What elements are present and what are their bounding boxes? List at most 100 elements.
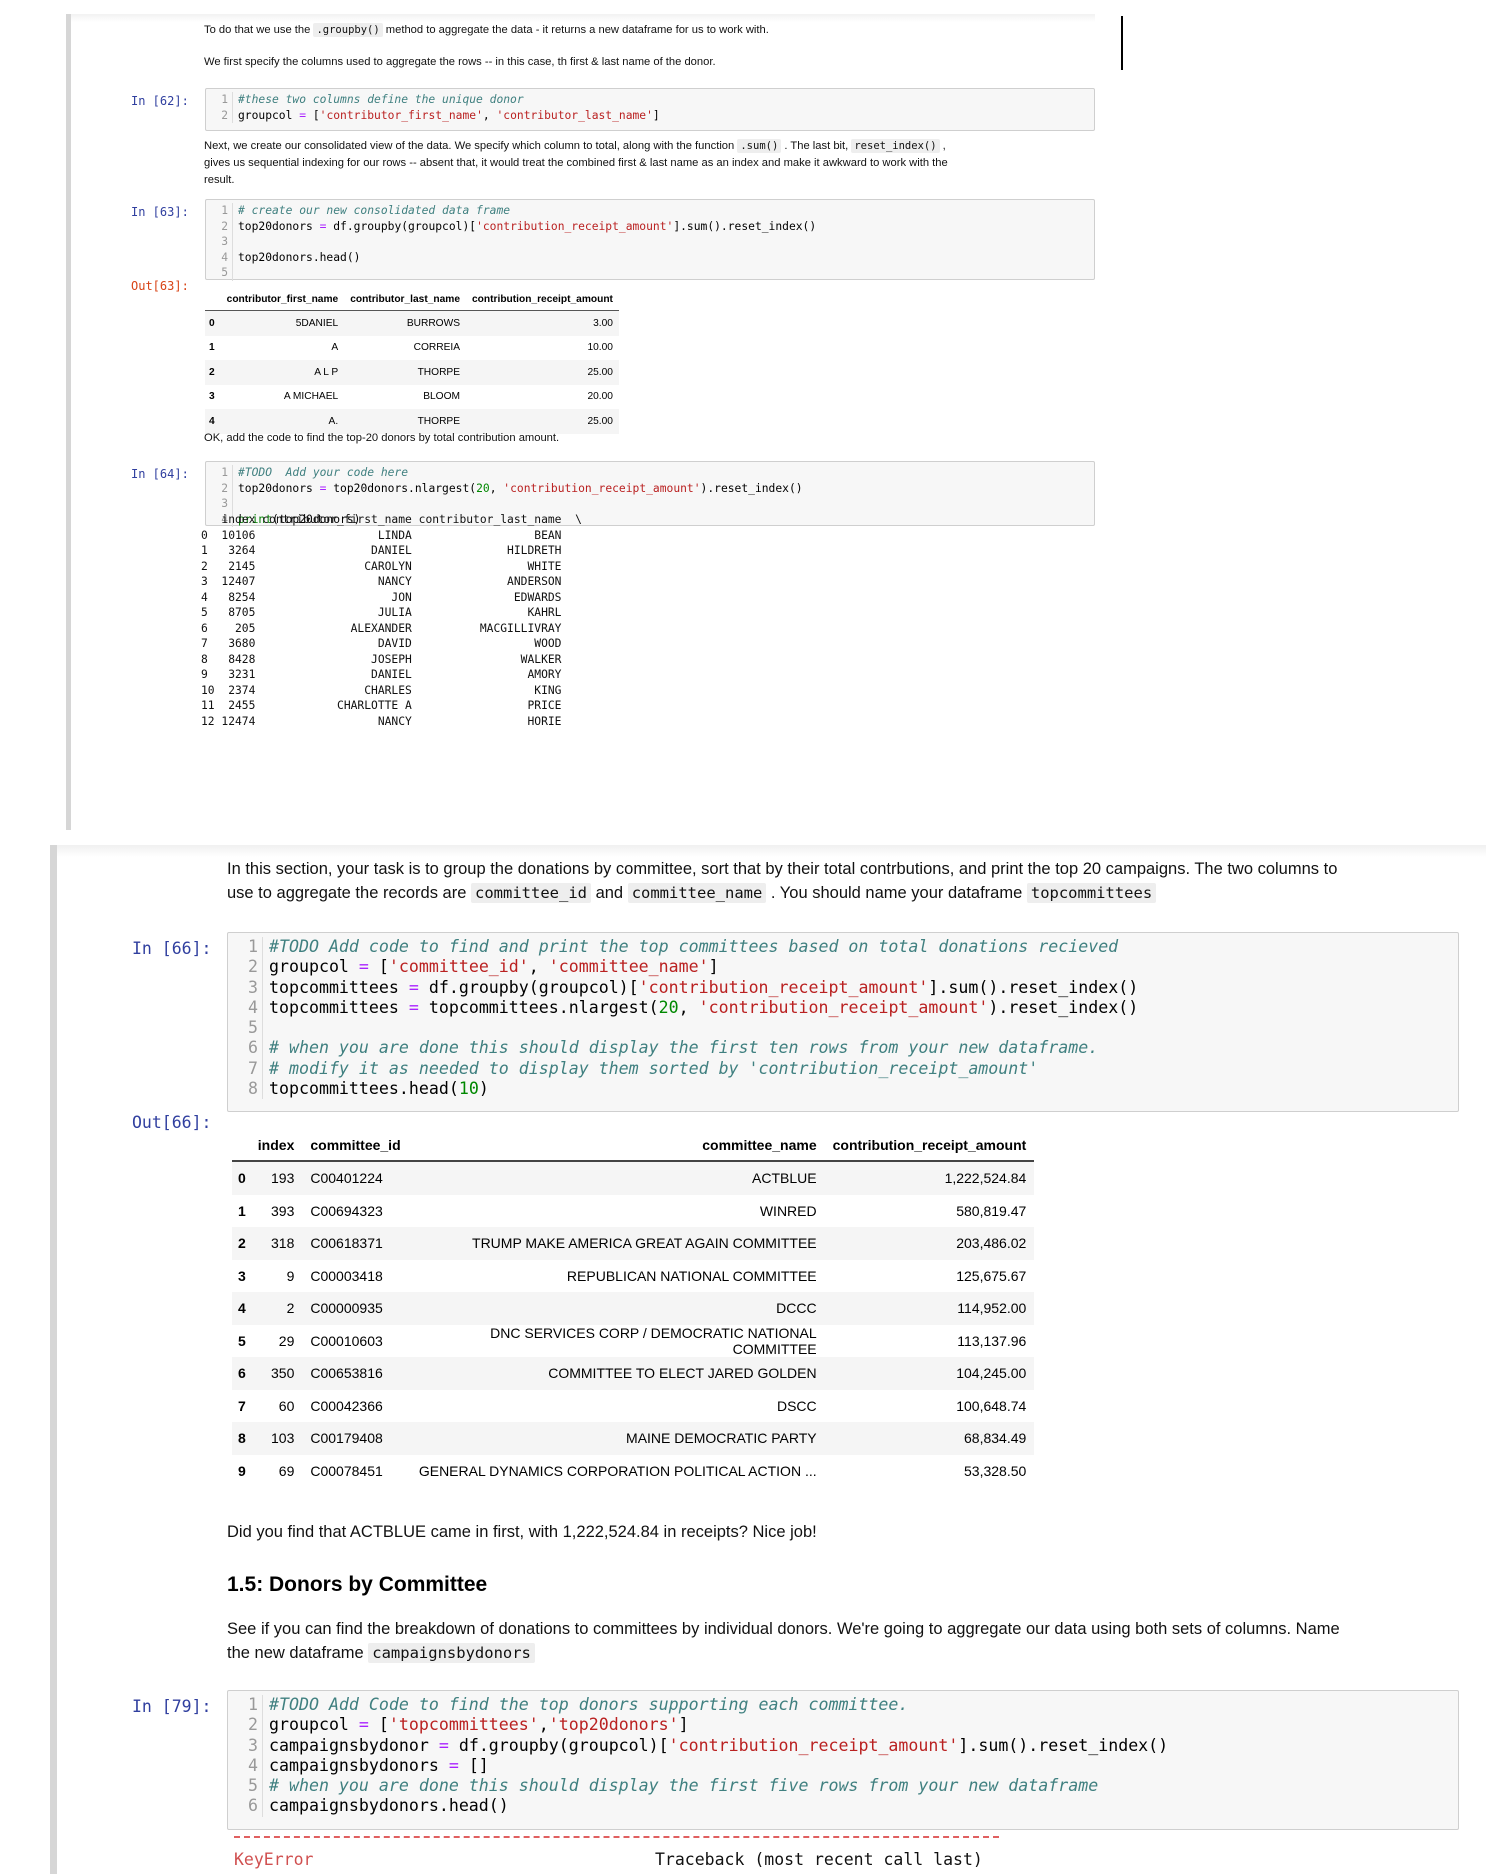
inline-code: .groupby() (313, 23, 383, 37)
row-index: 8 (238, 1430, 246, 1447)
table-cell: 193 (271, 1170, 295, 1187)
row-index: 1 (238, 1202, 246, 1219)
table-row: 0 193 C00401224 ACTBLUE 1,222,524.84 (232, 1161, 1035, 1195)
table-row: 4 2 C00000935 DCCC 114,952.00 (232, 1292, 1035, 1325)
row-index: 1 (209, 342, 215, 354)
table-cell: 100,648.74 (956, 1397, 1027, 1414)
table-cell: C00010603 (310, 1332, 383, 1349)
table-cell: C00179408 (310, 1430, 383, 1447)
table-cell: GENERAL DYNAMICS CORPORATION POLITICAL A… (418, 1462, 817, 1479)
table-cell: 5DANIEL (295, 317, 339, 329)
markdown-top20-instruction: OK, add the code to find the top-20 dono… (204, 432, 560, 444)
table-row: 1 393 C00694323 WINRED 580,819.47 (232, 1195, 1034, 1228)
table-row: 1 A CORREIA 10.00 (205, 336, 619, 361)
cell-64-prompt: In [64]: (131, 467, 189, 481)
table-header-row: index committee_id committee_name contri… (232, 1130, 1035, 1161)
table-cell: A (331, 342, 339, 354)
table-cell: C00618371 (310, 1235, 383, 1252)
table-header-row: contributor_first_name contributor_last_… (205, 288, 619, 311)
table-cell: REPUBLICAN NATIONAL COMMITTEE (566, 1267, 817, 1284)
out-66-prompt: Out[66]: (132, 1113, 212, 1132)
row-index: 9 (238, 1462, 246, 1479)
row-index: 3 (209, 391, 215, 403)
row-index: 7 (238, 1397, 246, 1414)
table-cell: MAINE DEMOCRATIC PARTY (626, 1430, 817, 1447)
cell-66-prompt: In [66]: (132, 939, 212, 958)
markdown-actblue-result: Did you find that ACTBLUE came in first,… (227, 1523, 817, 1541)
table-cell: 393 (271, 1202, 295, 1219)
table-cell: 68,834.49 (964, 1430, 1027, 1447)
out-63-prompt: Out[63]: (131, 279, 189, 293)
table-cell: C00078451 (310, 1462, 383, 1479)
markdown-donors-by-committee: See if you can find the breakdown of don… (227, 1620, 1340, 1663)
markdown-consolidated-view: Next, we create our consolidated view of… (204, 139, 948, 186)
bottom-notebook-panel: In this section, your task is to group t… (50, 845, 1486, 1874)
table-cell: 125,675.67 (956, 1267, 1027, 1284)
row-index: 3 (238, 1267, 246, 1284)
table-cell: 104,245.00 (956, 1365, 1027, 1382)
table-row: 3 9 C00003418 REPUBLICAN NATIONAL COMMITTEE… (232, 1260, 1034, 1293)
markdown-columns-intro: We first specify the columns used to agg… (204, 56, 716, 68)
table-cell: C00042366 (310, 1397, 383, 1414)
table-row: 9 69 C00078451 GENERAL DYNAMICS CORPORATION… (232, 1455, 1034, 1488)
code-cell-66[interactable]: 1 #TODO Add code to find and print the to… (227, 932, 1459, 1112)
table-cell: BURROWS (406, 317, 461, 329)
table-cell: C00653816 (310, 1365, 383, 1382)
table-cell: 318 (271, 1235, 295, 1252)
code-cell-79[interactable]: 1 #TODO Add Code to find the top donors s… (227, 1690, 1459, 1830)
row-index: 0 (238, 1170, 246, 1187)
table-cell: 10.00 (587, 342, 613, 354)
table-cell: DCCC (776, 1300, 817, 1317)
section-heading-donors-by-committee: 1.5: Donors by Committee (227, 1573, 488, 1596)
table-cell: DSCC (776, 1397, 817, 1414)
table-cell: ACTBLUE (752, 1170, 817, 1187)
table-cell: 103 (271, 1430, 295, 1447)
table-cell: 53,328.50 (964, 1462, 1027, 1479)
markdown-groupby-intro: To do that we use the .groupby() method … (204, 23, 769, 37)
error-name: KeyError (234, 1850, 314, 1869)
table-cell: 203,486.02 (956, 1235, 1027, 1252)
table-cell: 3.00 (593, 317, 613, 329)
row-index: 5 (238, 1332, 246, 1349)
table-cell: 69 (278, 1462, 295, 1479)
row-index: 6 (238, 1365, 246, 1382)
table-cell: C00003418 (310, 1267, 383, 1284)
table-cell: 1,222,524.84 (944, 1170, 1027, 1187)
text-cursor (1121, 16, 1123, 70)
table-cell: THORPE (417, 366, 461, 378)
table-cell: WINRED (759, 1202, 817, 1219)
traceback-label: Traceback (most recent call last) (655, 1850, 983, 1869)
table-cell: 29 (278, 1332, 295, 1349)
table-cell: 113,137.96 (957, 1332, 1027, 1349)
table-cell: 114,952.00 (957, 1300, 1027, 1317)
table-row: 5 29 C00010603 DNC SERVICES CORP / DEMOCRAT… (232, 1325, 1034, 1358)
table-row: 8 103 C00179408 MAINE DEMOCRATIC PARTY 68,83… (232, 1422, 1035, 1455)
table-row: 2 A L P THORPE 25.00 (205, 360, 619, 385)
table-cell: 60 (278, 1397, 295, 1414)
top-notebook-panel: To do that we use the .groupby() method … (66, 14, 1095, 830)
table-cell: 580,819.47 (956, 1202, 1027, 1219)
row-index: 4 (238, 1300, 246, 1317)
table-cell: 20.00 (587, 391, 613, 403)
row-index: 0 (209, 317, 215, 329)
table-cell: 2 (286, 1300, 295, 1317)
table-cell: DNC SERVICES CORP / DEMOCRATIC NATIONAL … (490, 1324, 817, 1357)
cell-63-prompt: In [63]: (131, 205, 189, 219)
table-row: 2 318 C00618371 TRUMP MAKE AMERICA GREAT AG… (232, 1227, 1035, 1260)
code-cell-62[interactable]: 1 #these two columns define the unique do… (205, 88, 1095, 131)
code-cell-63[interactable]: 1 # create our new consolidated data fram… (205, 199, 1095, 281)
row-index: 2 (209, 366, 215, 378)
table-cell: A MICHAEL (283, 391, 339, 403)
table-cell: 9 (286, 1267, 295, 1284)
table-row: 3 A MICHAEL BLOOM 20.00 (205, 385, 619, 410)
table-cell: A L P (314, 366, 339, 378)
markdown-committee-task: In this section, your task is to group t… (227, 860, 1338, 903)
row-index: 2 (238, 1235, 246, 1252)
table-cell: C00000935 (310, 1300, 383, 1317)
print-output-top20donors: index contributor_first_name contributor… (201, 513, 582, 728)
table-cell: C00401224 (310, 1170, 383, 1187)
table-cell: 350 (271, 1365, 295, 1382)
donors-head-table: contributor_first_name contributor_last_… (205, 288, 619, 434)
top-committees-table: index committee_id committee_name contri… (232, 1130, 1035, 1488)
cell-62-prompt: In [62]: (131, 94, 189, 108)
